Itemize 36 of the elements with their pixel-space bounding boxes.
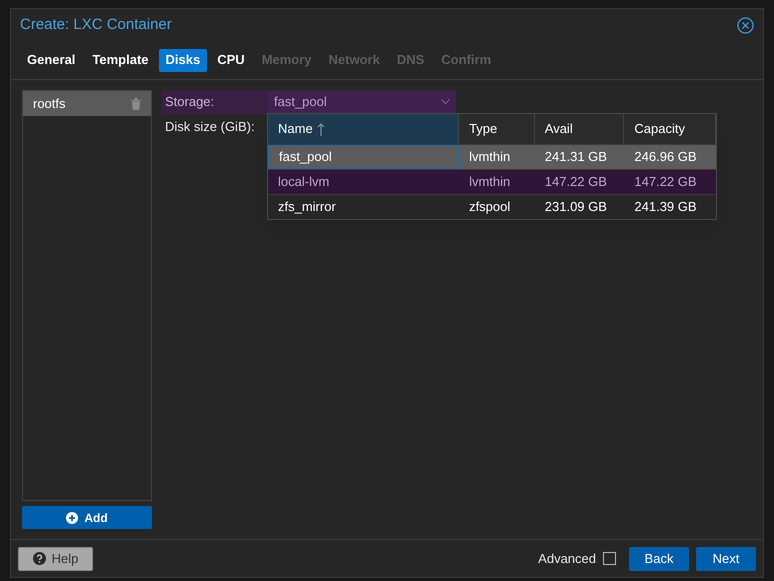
disk-list-item[interactable]: rootfs (23, 91, 151, 116)
dropdown-row[interactable]: local-lvm lvmthin 147.22 GB 147.22 GB (268, 169, 716, 194)
back-button[interactable]: Back (629, 546, 689, 570)
add-button[interactable]: Add (22, 506, 152, 529)
tab[interactable]: Template (85, 48, 156, 72)
table-cell-text: 246.96 GB (633, 148, 698, 166)
table-cell-text: 147.22 GB (544, 173, 608, 192)
window-title: Create: LXC Container (20, 14, 172, 35)
tab[interactable]: General (20, 48, 82, 72)
field-label: Storage: (164, 93, 216, 112)
table-cell-text: lvmthin (468, 173, 512, 192)
tab[interactable]: CPU (210, 48, 252, 72)
table-cell-text: lvmthin (468, 148, 512, 166)
field-label: Disk size (GiB): (164, 118, 255, 136)
table-cell-text: zfspool (468, 198, 512, 216)
chevron-down-icon (441, 99, 450, 105)
table-cell: fast_pool (268, 145, 460, 169)
plus-circle-icon (66, 512, 78, 524)
table-cell-text: zfs_mirror (277, 198, 337, 216)
help-icon (32, 552, 46, 565)
advanced-label: Advanced (538, 550, 596, 568)
sort-up-icon (316, 122, 325, 136)
advanced-checkbox[interactable] (603, 552, 616, 565)
help-button[interactable]: Help (18, 546, 93, 570)
storage-select[interactable]: fast_pool (268, 91, 456, 113)
next-button[interactable]: Next (696, 546, 756, 570)
table-cell-text: local-lvm (277, 173, 330, 192)
tab[interactable]: Disks (158, 48, 208, 72)
dropdown-row[interactable]: fast_pool lvmthin 241.31 GB 246.96 GB (268, 144, 716, 169)
table-cell-text: 147.22 GB (633, 173, 698, 192)
close-icon[interactable] (737, 16, 754, 34)
column-header[interactable]: Name (268, 114, 460, 144)
table-cell-text: 241.39 GB (633, 198, 698, 216)
table-cell-text: 241.31 GB (544, 148, 608, 166)
dropdown-row[interactable]: zfs_mirror zfspool 231.09 GB 241.39 GB (268, 194, 716, 219)
table-cell-text: 231.09 GB (544, 198, 608, 216)
